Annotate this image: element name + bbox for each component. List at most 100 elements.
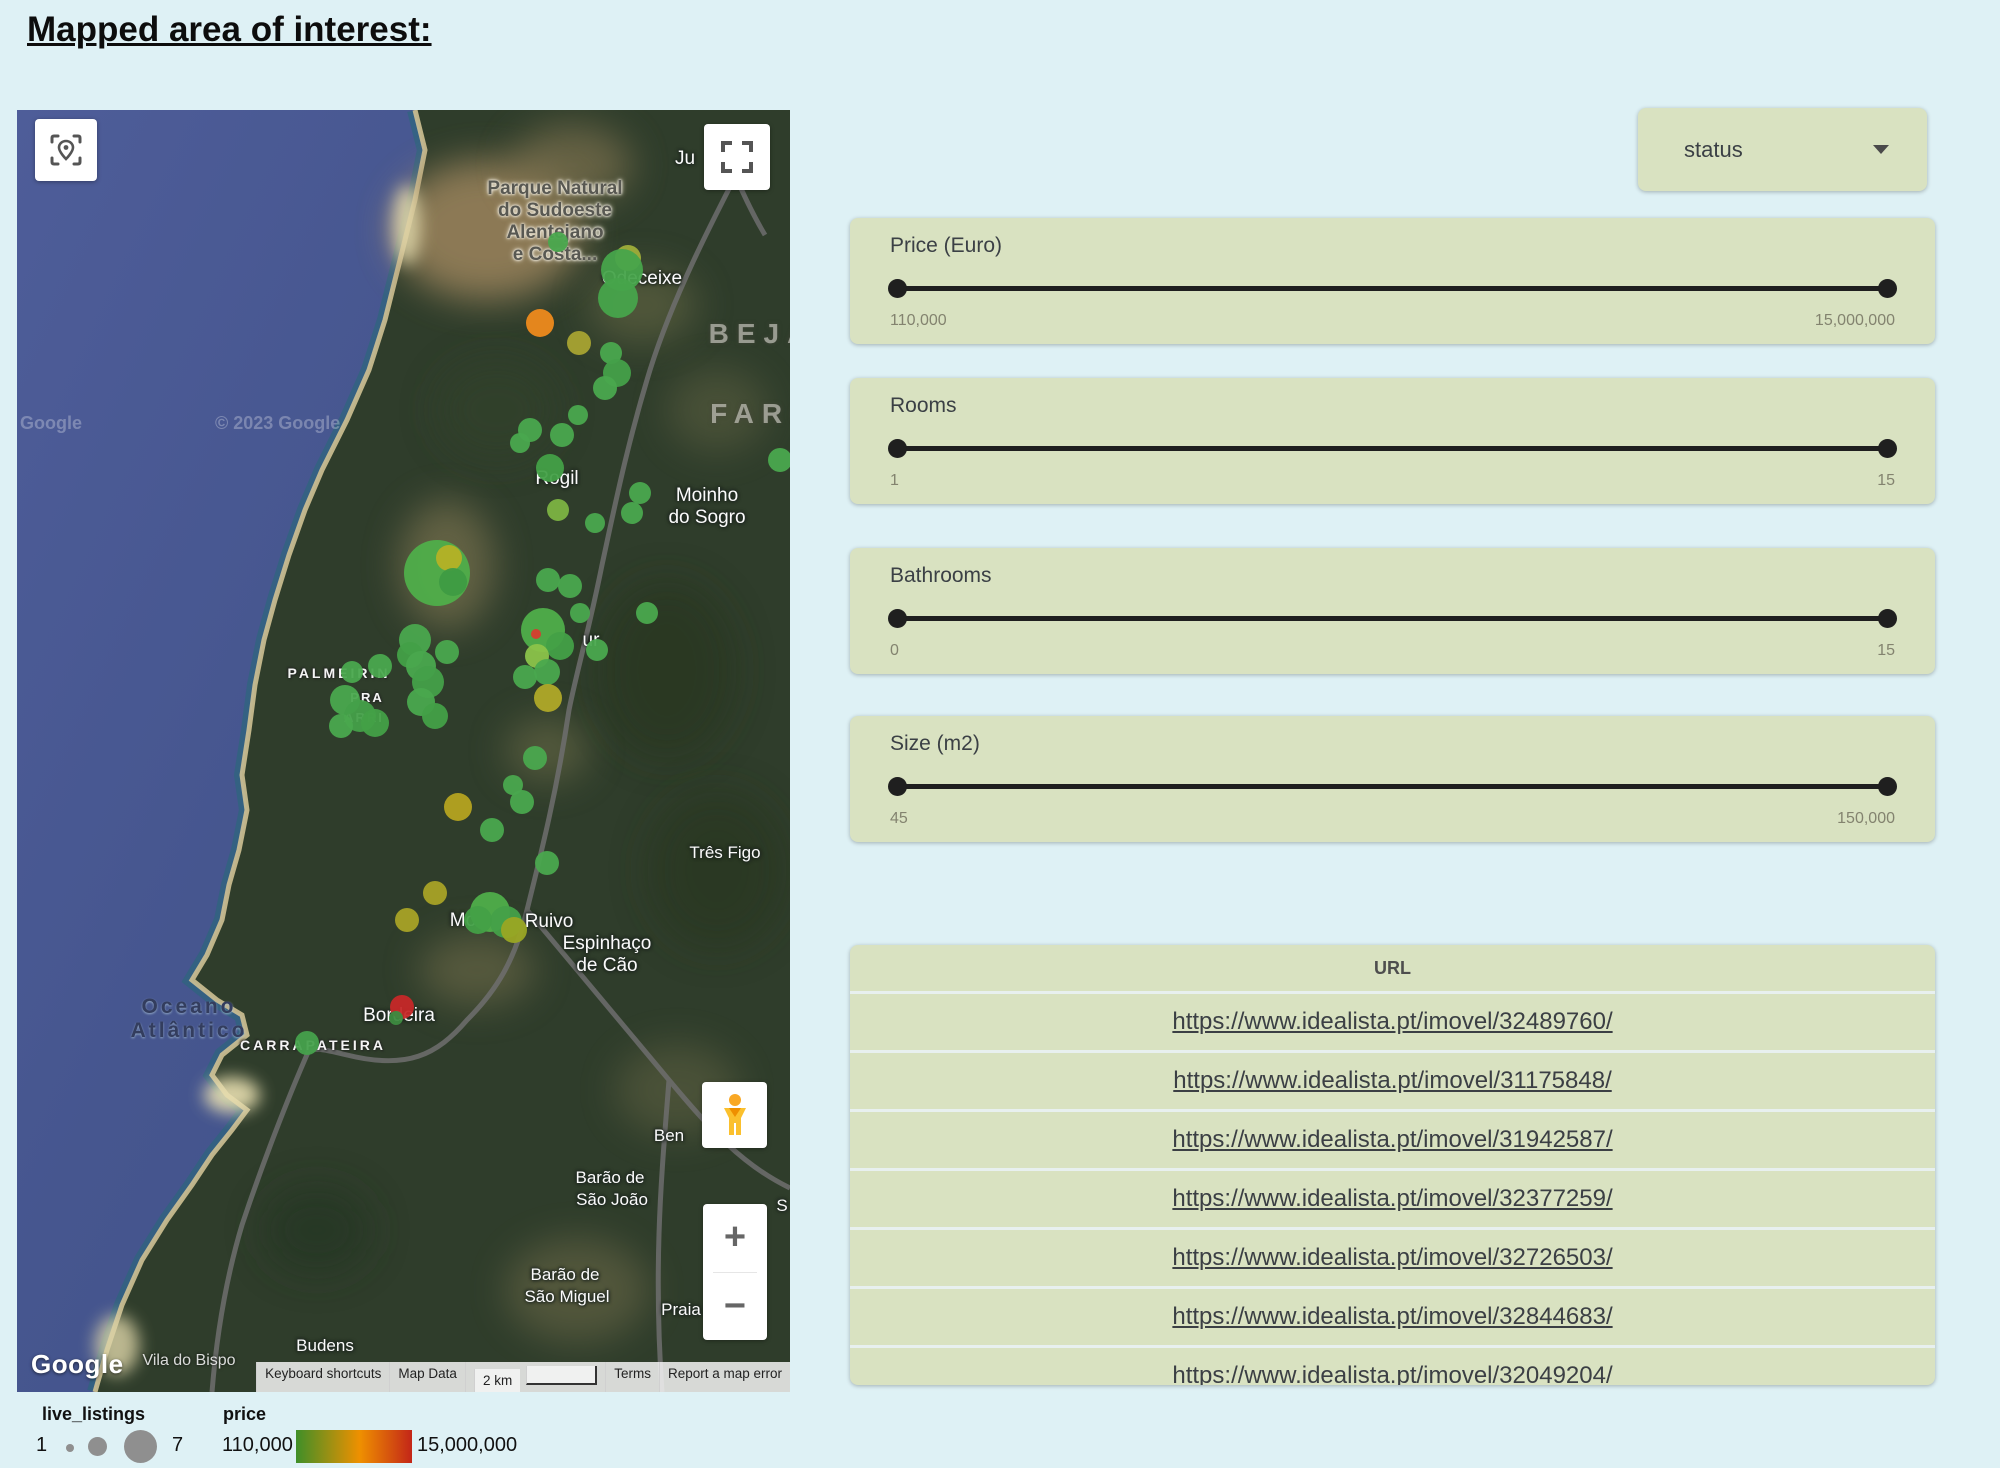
listing-link[interactable]: https://www.idealista.pt/imovel/32726503… <box>1172 1244 1612 1272</box>
listing-marker[interactable] <box>586 639 608 661</box>
listing-marker[interactable] <box>547 499 569 521</box>
rooms-filter-panel: Rooms 1 15 <box>850 378 1935 504</box>
listing-marker[interactable] <box>329 714 353 738</box>
listing-marker[interactable] <box>423 881 447 905</box>
keyboard-shortcuts-link[interactable]: Keyboard shortcuts <box>256 1362 389 1392</box>
listing-marker[interactable] <box>368 654 392 678</box>
listing-marker[interactable] <box>523 746 547 770</box>
rooms-min-value: 1 <box>890 472 899 490</box>
listing-marker[interactable] <box>536 568 560 592</box>
listing-marker[interactable] <box>526 309 554 337</box>
bathrooms-slider-min-handle[interactable] <box>888 609 907 628</box>
rooms-slider-min-handle[interactable] <box>888 439 907 458</box>
listing-marker[interactable] <box>341 661 363 683</box>
listing-link[interactable]: https://www.idealista.pt/imovel/31175848… <box>1173 1067 1611 1095</box>
size-max-value: 150,000 <box>1837 810 1895 828</box>
size-legend-max: 7 <box>172 1434 183 1457</box>
bathrooms-slider-track[interactable] <box>892 616 1893 621</box>
size-slider-track[interactable] <box>892 784 1893 789</box>
bathrooms-slider-label: Bathrooms <box>890 564 992 588</box>
bathrooms-slider-max-handle[interactable] <box>1878 609 1897 628</box>
fullscreen-button[interactable] <box>704 124 770 190</box>
listing-marker[interactable] <box>593 376 617 400</box>
listing-marker[interactable] <box>536 454 564 482</box>
listing-marker[interactable] <box>501 917 527 943</box>
listing-marker[interactable] <box>531 629 541 639</box>
listing-marker[interactable] <box>636 602 658 624</box>
listing-marker[interactable] <box>534 684 562 712</box>
listing-marker[interactable] <box>534 659 560 685</box>
listing-link[interactable]: https://www.idealista.pt/imovel/31942587… <box>1172 1126 1612 1154</box>
price-slider-max-handle[interactable] <box>1878 279 1897 298</box>
listing-link[interactable]: https://www.idealista.pt/imovel/32844683… <box>1172 1303 1612 1331</box>
rooms-slider-max-handle[interactable] <box>1878 439 1897 458</box>
size-slider-min-handle[interactable] <box>888 777 907 796</box>
table-row: https://www.idealista.pt/imovel/32844683… <box>850 1286 1935 1345</box>
listing-marker[interactable] <box>510 790 534 814</box>
map-label: Atlântico <box>131 1019 248 1043</box>
listing-marker[interactable] <box>535 851 559 875</box>
size-slider-max-handle[interactable] <box>1878 777 1897 796</box>
listing-marker[interactable] <box>422 703 448 729</box>
color-legend-min: 110,000 <box>222 1434 293 1457</box>
map-label: Ben <box>654 1126 684 1146</box>
listing-marker[interactable] <box>585 513 605 533</box>
listing-marker[interactable] <box>295 1031 319 1055</box>
zoom-out-button[interactable]: − <box>703 1273 767 1341</box>
listing-marker[interactable] <box>548 232 568 252</box>
price-slider-label: Price (Euro) <box>890 234 1002 258</box>
zoom-in-button[interactable]: + <box>703 1204 767 1272</box>
rooms-slider-track[interactable] <box>892 446 1893 451</box>
pegman-button[interactable] <box>702 1082 767 1148</box>
price-slider-track[interactable] <box>892 286 1893 291</box>
price-filter-panel: Price (Euro) 110,000 15,000,000 <box>850 218 1935 344</box>
listing-marker[interactable] <box>389 1011 403 1025</box>
map-label: Vila do Bispo <box>142 1352 235 1370</box>
listing-marker[interactable] <box>567 331 591 355</box>
price-slider-min-handle[interactable] <box>888 279 907 298</box>
listing-marker[interactable] <box>395 908 419 932</box>
price-max-value: 15,000,000 <box>1815 312 1895 330</box>
status-dropdown[interactable]: status <box>1638 108 1927 191</box>
listing-marker[interactable] <box>768 448 790 472</box>
listing-link[interactable]: https://www.idealista.pt/imovel/32489760… <box>1172 1008 1612 1036</box>
map-data-link[interactable]: Map Data <box>389 1362 465 1392</box>
listing-marker[interactable] <box>436 545 462 571</box>
price-min-value: 110,000 <box>890 312 947 330</box>
listing-marker[interactable] <box>464 906 492 934</box>
listing-marker[interactable] <box>546 632 574 660</box>
bathrooms-min-value: 0 <box>890 642 899 660</box>
listing-marker[interactable] <box>621 502 643 524</box>
listing-marker[interactable] <box>439 568 467 596</box>
listing-marker[interactable] <box>550 423 574 447</box>
map-label: Praia <box>661 1300 701 1320</box>
listing-marker[interactable] <box>444 793 472 821</box>
map-scale: 2 km <box>465 1362 605 1392</box>
status-dropdown-label: status <box>1684 137 1743 163</box>
map-label: Budens <box>296 1336 354 1356</box>
size-filter-panel: Size (m2) 45 150,000 <box>850 716 1935 842</box>
table-row: https://www.idealista.pt/imovel/31942587… <box>850 1109 1935 1168</box>
map-label: Barão de <box>531 1265 600 1285</box>
pegman-icon <box>720 1093 750 1137</box>
listing-marker[interactable] <box>598 278 638 318</box>
map-label: Ruivo <box>525 911 574 933</box>
map-label: Moinho <box>676 485 738 507</box>
map-container[interactable]: Google© 2023 Google Parque Naturaldo Sud… <box>17 110 790 1392</box>
table-row: https://www.idealista.pt/imovel/32049204… <box>850 1345 1935 1385</box>
map-label: FARO <box>710 398 790 430</box>
listing-marker[interactable] <box>568 405 588 425</box>
listing-marker[interactable] <box>480 818 504 842</box>
listing-marker[interactable] <box>510 433 530 453</box>
bathrooms-filter-panel: Bathrooms 0 15 <box>850 548 1935 674</box>
listing-marker[interactable] <box>435 640 459 664</box>
terms-link[interactable]: Terms <box>605 1362 659 1392</box>
listing-link[interactable]: https://www.idealista.pt/imovel/32049204… <box>1172 1362 1612 1385</box>
report-map-error-link[interactable]: Report a map error <box>659 1362 790 1392</box>
listing-marker[interactable] <box>558 574 582 598</box>
listing-marker[interactable] <box>361 709 389 737</box>
listing-link[interactable]: https://www.idealista.pt/imovel/32377259… <box>1172 1185 1612 1213</box>
listing-marker[interactable] <box>570 603 590 623</box>
select-area-button[interactable] <box>35 119 97 181</box>
listing-marker[interactable] <box>629 482 651 504</box>
